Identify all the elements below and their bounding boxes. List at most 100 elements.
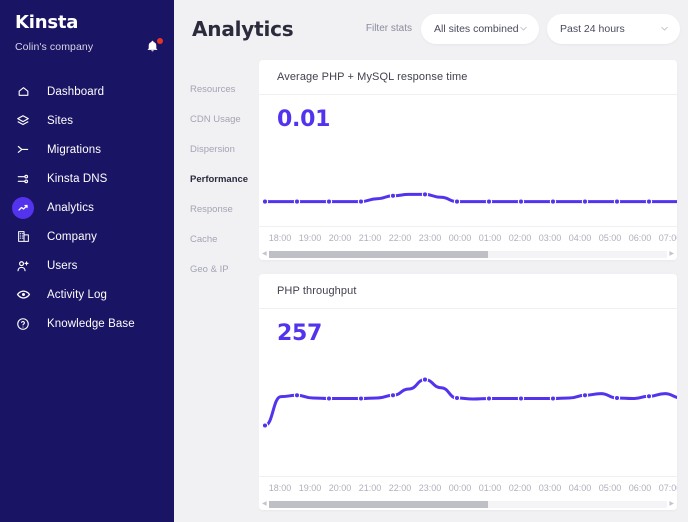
subnav-item-response[interactable]: Response <box>190 195 259 225</box>
sidebar-label: Knowledge Base <box>47 317 135 330</box>
sidebar-nav: Dashboard Sites Migrations Kinsta DNS An… <box>0 77 174 338</box>
chart-data-point <box>613 198 621 205</box>
axis-tick-label: 19:00 <box>298 232 322 243</box>
question-icon <box>12 313 34 335</box>
chart-card-response-time: Average PHP + MySQL response time 0.01 1… <box>259 60 677 260</box>
axis-tick-label: 00:00 <box>448 232 472 243</box>
axis-tick-label: 01:00 <box>478 482 502 493</box>
chart-data-point <box>645 198 653 205</box>
page-title: Analytics <box>192 16 294 41</box>
scroll-left-arrow[interactable]: ◀ <box>262 251 267 257</box>
main-content: Analytics Filter stats All sites combine… <box>174 0 688 522</box>
sidebar-item-dashboard[interactable]: Dashboard <box>0 77 174 106</box>
sidebar-label: Kinsta DNS <box>47 172 108 185</box>
time-range-select[interactable]: Past 24 hours <box>547 13 680 44</box>
user-add-icon <box>12 255 34 277</box>
scroll-thumb[interactable] <box>268 250 488 258</box>
sidebar-item-sites[interactable]: Sites <box>0 106 174 135</box>
sidebar-item-kinsta-dns[interactable]: Kinsta DNS <box>0 164 174 193</box>
sidebar-item-migrations[interactable]: Migrations <box>0 135 174 164</box>
content-area: Resources CDN Usage Dispersion Performan… <box>174 57 688 522</box>
axis-tick-label: 22:00 <box>388 232 412 243</box>
axis-tick-label: 20:00 <box>328 482 352 493</box>
site-filter-value: All sites combined <box>434 22 518 35</box>
sidebar-item-activity-log[interactable]: Activity Log <box>0 280 174 309</box>
chart-plot-area[interactable] <box>259 346 677 476</box>
axis-tick-label: 01:00 <box>478 232 502 243</box>
chart-data-point <box>421 376 429 383</box>
sidebar-item-analytics[interactable]: Analytics <box>0 193 174 222</box>
chart-horizontal-scrollbar[interactable]: ◀ ▶ <box>259 248 677 260</box>
scroll-track[interactable] <box>268 500 668 508</box>
scroll-thumb[interactable] <box>268 500 488 508</box>
axis-tick-label: 21:00 <box>358 482 382 493</box>
axis-tick-label: 00:00 <box>448 482 472 493</box>
scroll-right-arrow[interactable]: ▶ <box>669 251 674 257</box>
sidebar-item-company[interactable]: Company <box>0 222 174 251</box>
chart-data-point <box>613 394 621 402</box>
sidebar-item-knowledge-base[interactable]: Knowledge Base <box>0 309 174 338</box>
main-sidebar: Kinsta Colin's company Dashboard Sites M… <box>0 0 174 522</box>
chart-data-point <box>485 198 493 205</box>
axis-tick-label: 02:00 <box>508 232 532 243</box>
time-range-value: Past 24 hours <box>560 22 625 35</box>
chart-data-point <box>549 395 557 402</box>
sidebar-label: Activity Log <box>47 288 108 301</box>
analytics-subnav: Resources CDN Usage Dispersion Performan… <box>174 57 259 522</box>
chart-value: 0.01 <box>277 107 331 132</box>
chart-data-point <box>389 392 397 399</box>
chart-data-point <box>325 198 333 205</box>
chart-data-point <box>581 198 589 205</box>
subnav-item-geo-ip[interactable]: Geo & IP <box>190 255 259 285</box>
chart-title: Average PHP + MySQL response time <box>277 71 468 83</box>
axis-tick-label: 04:00 <box>568 232 592 243</box>
chart-data-point <box>453 198 461 205</box>
kinsta-logo[interactable]: Kinsta <box>15 12 78 33</box>
scroll-right-arrow[interactable]: ▶ <box>669 501 674 507</box>
chart-x-axis: 18:00 19:00 20:00 21:00 22:00 23:00 00:00 01:00… <box>259 226 677 248</box>
axis-tick-label: 03:00 <box>538 482 562 493</box>
chart-plot-area[interactable] <box>259 132 677 226</box>
layers-icon <box>12 110 34 132</box>
axis-tick-label: 23:00 <box>418 482 442 493</box>
axis-tick-label: 22:00 <box>388 482 412 493</box>
sidebar-item-users[interactable]: Users <box>0 251 174 280</box>
scroll-left-arrow[interactable]: ◀ <box>262 501 267 507</box>
axis-tick-label: 18:00 <box>268 482 292 493</box>
subnav-item-cache[interactable]: Cache <box>190 225 259 255</box>
subnav-item-resources[interactable]: Resources <box>190 75 259 105</box>
sidebar-label: Sites <box>47 114 74 127</box>
chart-data-point <box>325 395 333 402</box>
sidebar-label: Migrations <box>47 143 102 156</box>
scroll-track[interactable] <box>268 250 668 258</box>
subnav-item-cdn-usage[interactable]: CDN Usage <box>190 105 259 135</box>
bell-icon[interactable] <box>146 38 163 55</box>
sidebar-label: Users <box>47 259 78 272</box>
chart-data-point <box>453 394 461 402</box>
chart-horizontal-scrollbar[interactable]: ◀ ▶ <box>259 498 677 510</box>
company-row: Colin's company <box>15 38 163 55</box>
chart-line-svg <box>261 376 677 429</box>
chart-data-point <box>389 192 397 199</box>
site-filter-select[interactable]: All sites combined <box>421 13 539 44</box>
filter-stats-label: Filter stats <box>365 23 412 34</box>
chart-x-axis: 18:00 19:00 20:00 21:00 22:00 23:00 00:00 01:00… <box>259 476 677 498</box>
chart-data-point <box>485 395 493 402</box>
home-icon <box>12 81 34 103</box>
chart-value: 257 <box>277 321 323 346</box>
axis-tick-label: 02:00 <box>508 482 532 493</box>
migrate-icon <box>12 139 34 161</box>
axis-tick-label: 05:00 <box>598 232 622 243</box>
chevron-down-icon <box>518 23 529 34</box>
subnav-item-performance[interactable]: Performance <box>190 165 259 195</box>
chart-title: PHP throughput <box>277 285 357 297</box>
axis-tick-label: 20:00 <box>328 232 352 243</box>
axis-tick-label: 18:00 <box>268 232 292 243</box>
axis-tick-label: 03:00 <box>538 232 562 243</box>
axis-tick-label: 06:00 <box>628 482 652 493</box>
subnav-item-dispersion[interactable]: Dispersion <box>190 135 259 165</box>
chart-data-point <box>357 395 365 402</box>
eye-icon <box>12 284 34 306</box>
axis-tick-label: 07:00 <box>658 232 677 243</box>
axis-tick-label: 19:00 <box>298 482 322 493</box>
